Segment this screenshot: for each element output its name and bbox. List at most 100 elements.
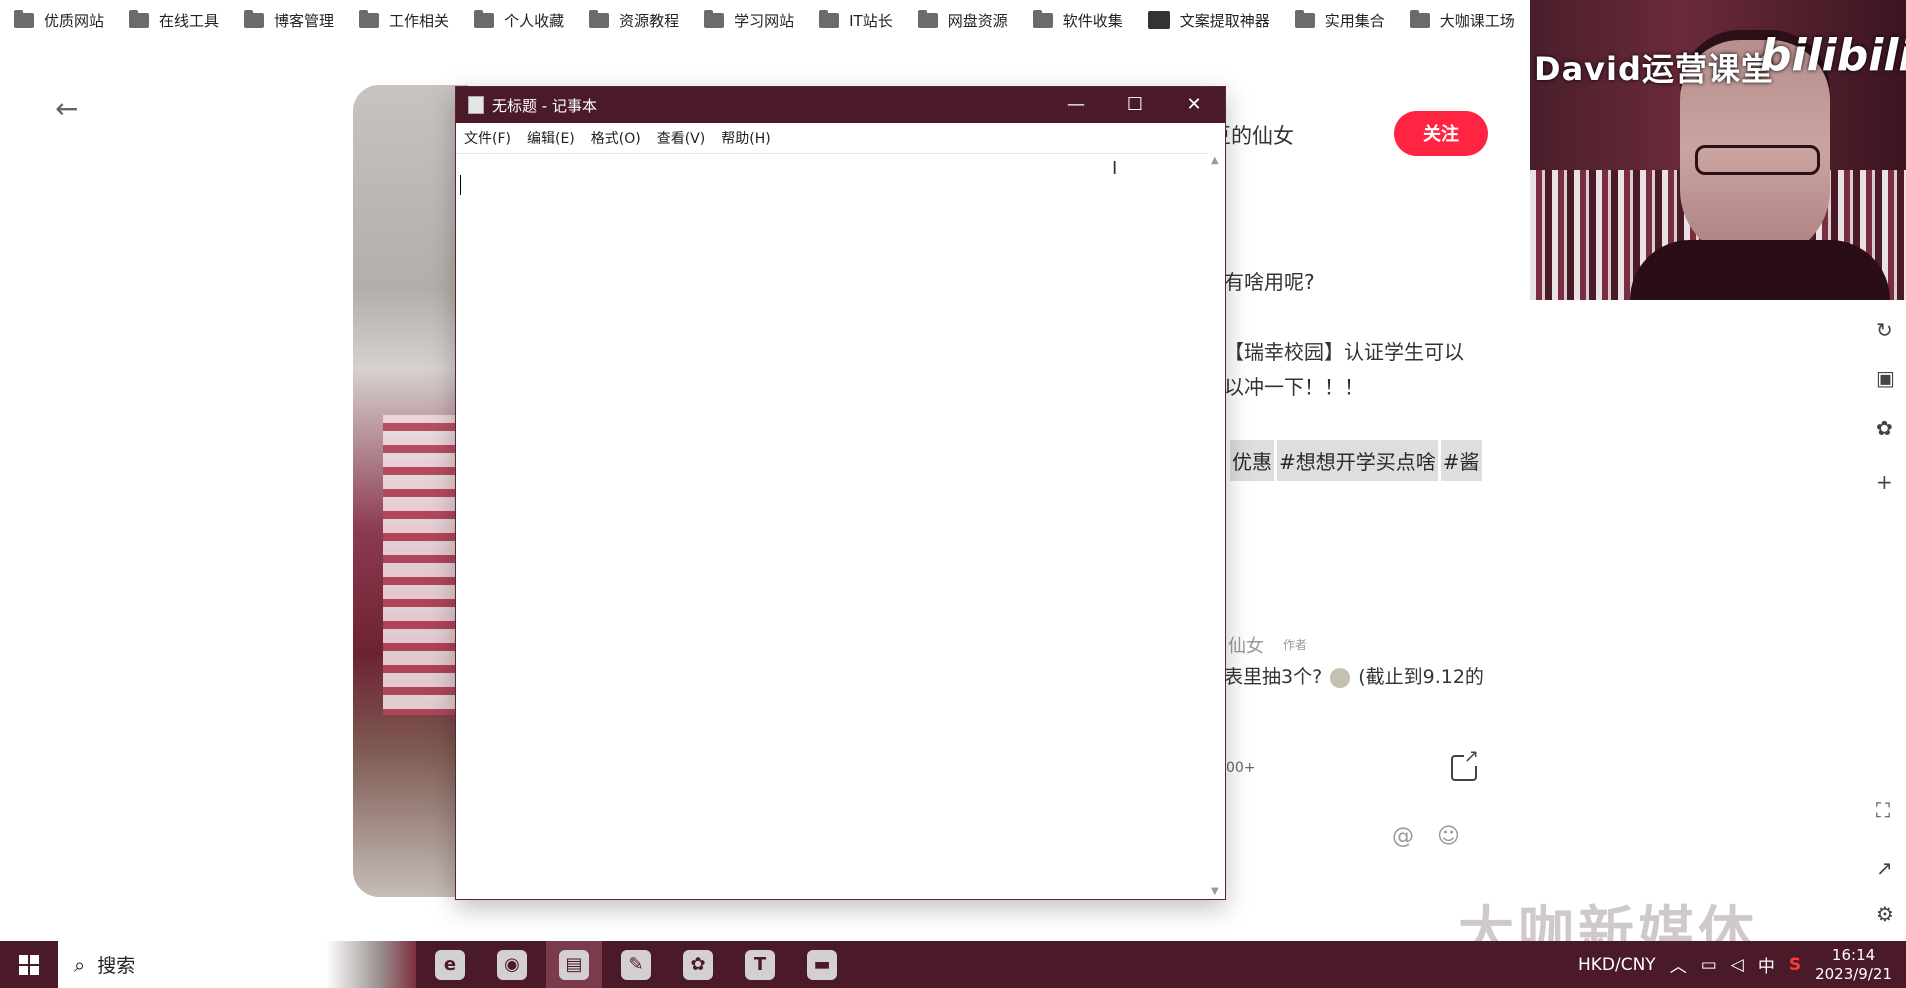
- menu-file[interactable]: 文件(F): [464, 128, 511, 148]
- back-arrow-icon[interactable]: ←: [55, 92, 78, 125]
- like-count: 00+: [1226, 760, 1256, 776]
- windows-logo-icon: [19, 954, 39, 975]
- at-mention-icon[interactable]: @: [1392, 824, 1414, 849]
- taskbar: ⌕ 搜索 e ◉ ▤ ✎ ✿ T ▬ HKD/CNY ︿ ▭ ◁ 中 S 16:14 202…: [0, 941, 1906, 988]
- taskbar-app-typora[interactable]: T: [732, 941, 788, 988]
- refresh-icon[interactable]: ↻: [1876, 318, 1893, 342]
- share-icon[interactable]: [1451, 748, 1479, 781]
- sogou-icon[interactable]: S: [1789, 955, 1801, 975]
- ime-indicator[interactable]: 中: [1758, 952, 1775, 977]
- network-icon[interactable]: ▭: [1701, 955, 1717, 975]
- bookmark-label: 文案提取神器: [1179, 11, 1270, 30]
- bookmark-item[interactable]: 文案提取神器: [1147, 10, 1270, 31]
- screenshot-icon[interactable]: ⛶: [1876, 798, 1890, 822]
- text-caret: [460, 175, 461, 195]
- post-text-line: 有啥用呢?: [1224, 270, 1315, 294]
- bookmark-item[interactable]: 博客管理: [244, 9, 335, 31]
- bookmark-item[interactable]: 个人收藏: [474, 9, 565, 31]
- emoji-picker-icon[interactable]: ☺: [1437, 824, 1460, 849]
- taskbar-app-settings[interactable]: ✿: [670, 941, 726, 988]
- bookmark-item[interactable]: 实用集合: [1294, 9, 1385, 31]
- plus-icon[interactable]: +: [1876, 470, 1893, 494]
- emoji-icon: [1330, 667, 1351, 688]
- post-photo[interactable]: [353, 85, 468, 897]
- chrome-icon: ◉: [497, 949, 527, 980]
- folder-icon: [359, 9, 380, 28]
- folder-icon: [589, 9, 610, 28]
- vertical-scrollbar[interactable]: ▲ ▼: [1208, 153, 1225, 899]
- taskbar-app-notepad[interactable]: ▤: [546, 941, 602, 988]
- comment-text-part: 表里抽3个?: [1224, 666, 1323, 688]
- comment-author[interactable]: 仙女: [1228, 632, 1264, 658]
- glasses: [1695, 145, 1820, 175]
- post-text-line: 【瑞幸校园】认证学生可以: [1224, 340, 1464, 364]
- gamepad-icon[interactable]: ▣: [1876, 366, 1895, 390]
- minimize-button[interactable]: —: [1047, 87, 1105, 123]
- folder-icon: [474, 9, 495, 28]
- taskbar-app-chrome[interactable]: ◉: [484, 941, 540, 988]
- comment-text-part: (截止到9.12的: [1358, 666, 1484, 688]
- bookmark-item[interactable]: 优质网站: [14, 9, 104, 31]
- edge-beta-icon: e: [435, 949, 465, 980]
- start-button[interactable]: [0, 941, 58, 988]
- taskbar-apps: e ◉ ▤ ✎ ✿ T ▬: [416, 941, 850, 988]
- volume-icon[interactable]: ◁: [1731, 955, 1744, 975]
- system-tray: HKD/CNY ︿ ▭ ◁ 中 S 16:14 2023/9/21: [1578, 941, 1906, 988]
- bookmark-item[interactable]: 网盘资源: [917, 9, 1008, 31]
- clock[interactable]: 16:14 2023/9/21: [1815, 946, 1892, 984]
- tag[interactable]: 优惠: [1230, 440, 1274, 481]
- currency-widget[interactable]: HKD/CNY: [1578, 955, 1656, 975]
- bookmark-item[interactable]: 资源教程: [589, 9, 680, 31]
- flower-icon[interactable]: ✿: [1876, 416, 1893, 440]
- taskbar-app-edge-beta[interactable]: e: [422, 941, 478, 988]
- bookmark-label: 工作相关: [389, 11, 450, 30]
- menu-edit[interactable]: 编辑(E): [527, 128, 575, 148]
- folder-icon: [129, 9, 150, 28]
- author-badge: 作者: [1283, 638, 1308, 652]
- search-icon: ⌕: [74, 952, 86, 977]
- bookmark-item[interactable]: 在线工具: [129, 9, 219, 31]
- folder-icon: [1409, 9, 1430, 28]
- notepad-titlebar[interactable]: 无标题 - 记事本 — ☐ ✕: [456, 87, 1225, 123]
- follow-button[interactable]: 关注: [1394, 111, 1488, 156]
- menu-view[interactable]: 查看(V): [657, 128, 706, 148]
- taskbar-search[interactable]: ⌕ 搜索: [58, 941, 416, 988]
- ibeam-cursor-icon: I: [1112, 158, 1118, 179]
- window-title: 无标题 - 记事本: [492, 96, 597, 115]
- typora-icon: T: [745, 949, 775, 980]
- bookmark-label: 博客管理: [274, 11, 335, 30]
- folder-icon: [917, 9, 938, 28]
- external-link-icon[interactable]: ↗: [1876, 856, 1893, 880]
- comment-text: 表里抽3个? (截止到9.12的: [1224, 662, 1484, 689]
- tag[interactable]: #想想开学买点啥: [1277, 440, 1438, 481]
- bilibili-logo: bilibili: [1760, 30, 1906, 81]
- bookmark-item[interactable]: 学习网站: [704, 9, 794, 31]
- taskbar-app-editor[interactable]: ✎: [608, 941, 664, 988]
- presenter-body: [1630, 240, 1890, 300]
- webcam-overlay: David运营课堂 bilibili: [1530, 0, 1906, 300]
- folder-icon: [14, 9, 34, 28]
- bookmark-item[interactable]: 大咖课工场: [1409, 9, 1515, 31]
- bookmark-label: 个人收藏: [504, 11, 565, 30]
- maximize-button[interactable]: ☐: [1106, 87, 1164, 123]
- menu-format[interactable]: 格式(O): [591, 128, 641, 148]
- gear-icon[interactable]: ⚙: [1876, 902, 1894, 926]
- bookmark-label: IT站长: [849, 11, 893, 30]
- channel-name: David运营课堂: [1534, 50, 1774, 88]
- tag[interactable]: #酱: [1440, 440, 1482, 481]
- menu-help[interactable]: 帮助(H): [721, 128, 770, 148]
- search-placeholder: 搜索: [97, 955, 136, 977]
- bookmark-item[interactable]: 工作相关: [359, 9, 450, 31]
- notepad-icon: [468, 96, 484, 114]
- bookmark-item[interactable]: IT站长: [819, 9, 893, 31]
- folder-icon: [819, 9, 840, 28]
- close-button[interactable]: ✕: [1165, 87, 1223, 123]
- text-editor-area[interactable]: [456, 153, 1225, 899]
- bookmark-item[interactable]: 软件收集: [1032, 9, 1123, 31]
- chevron-up-icon[interactable]: ︿: [1670, 952, 1687, 977]
- scroll-down-arrow-icon[interactable]: ▼: [1211, 886, 1219, 897]
- bookmark-label: 资源教程: [619, 11, 680, 30]
- notepad-window[interactable]: 无标题 - 记事本 — ☐ ✕ 文件(F) 编辑(E) 格式(O) 查看(V) …: [455, 86, 1226, 900]
- taskbar-app-file-explorer[interactable]: ▬: [794, 941, 850, 988]
- scroll-up-arrow-icon[interactable]: ▲: [1211, 155, 1219, 166]
